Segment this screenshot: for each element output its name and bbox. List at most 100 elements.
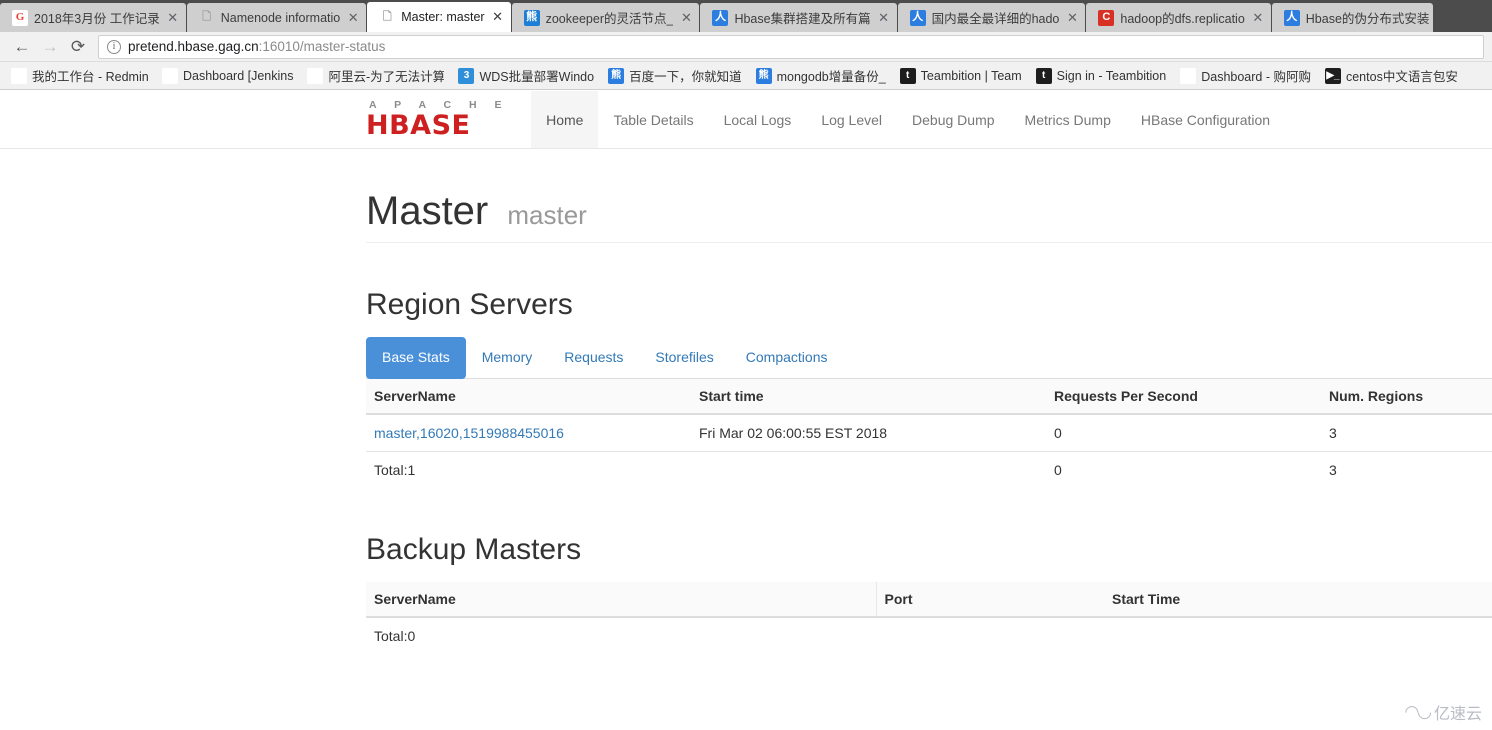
col-header-port: Port [876,581,1104,618]
page-favicon: 🗋 [382,10,392,23]
url-path: :16010/master-status [258,39,386,54]
redmine-icon: ∩ [11,67,27,84]
bookmark-label: Teambition | Team [920,68,1022,83]
backup-masters-table: ServerName Port Start Time Total:0 [366,581,1492,654]
nav-item-hbase-configuration[interactable]: HBase Configuration [1126,91,1285,148]
browser-window: G 2018年3月份 工作记录 ✕ 🗋 Namenode informatio … [0,0,1492,730]
browser-tab-title: 2018年3月份 工作记录 [34,12,160,26]
close-icon[interactable]: ✕ [1063,10,1081,26]
browser-tab[interactable]: G 2018年3月份 工作记录 ✕ [0,3,186,32]
bookmark-item[interactable]: ▶_ centos中文语言包安 [1318,66,1465,85]
nav-item-log-level[interactable]: Log Level [806,91,897,148]
browser-tab[interactable]: 人 Hbase集群搭建及所有篇 ✕ [700,3,897,32]
wds-icon: 3 [458,67,475,84]
browser-tab[interactable]: 熊 zookeeper的灵活节点_ ✕ [511,3,700,32]
browser-tab-active[interactable]: 🗋 Master: master ✕ [367,2,511,32]
bookmark-item[interactable]: ☻ Dashboard [Jenkins [155,67,300,84]
nav-item-table-details[interactable]: Table Details [598,91,708,148]
hbase-navbar: A P A C H E HBASE Home Table Details Loc… [0,91,1492,149]
col-header-start-time: Start time [691,378,1046,415]
bookmark-label: Sign in - Teambition [1056,68,1167,83]
backup-masters-heading: Backup Masters [366,532,582,566]
page-favicon: 🗋 [202,11,212,23]
bookmark-item[interactable]: G Dashboard - 购阿购 [1173,66,1318,85]
browser-tab-title: Hbase集群搭建及所有篇 [734,12,871,26]
tab-storefiles[interactable]: Storefiles [639,337,729,379]
back-button[interactable]: ← [8,34,36,60]
close-icon[interactable]: ✕ [677,10,695,26]
cell-total-start-time [1104,616,1492,654]
apache-hbase-logo[interactable]: A P A C H E HBASE [366,91,531,148]
bookmark-label: WDS批量部署Windo [479,70,595,84]
nav-item-metrics-dump[interactable]: Metrics Dump [1010,91,1126,148]
bookmark-label: 百度一下，你就知道 [629,70,742,84]
browser-tab[interactable]: 人 国内最全最详细的hado ✕ [897,3,1086,32]
browser-tab-title: 国内最全最详细的hado [931,12,1060,26]
browser-tab-title: zookeeper的灵活节点_ [545,12,674,26]
close-icon[interactable]: ✕ [875,10,893,26]
table-total-row: Total:0 [366,616,1492,654]
google-icon: G [1180,67,1197,84]
region-servers-table-head: ServerName Start time Requests Per Secon… [366,378,1492,415]
zookeeper-favicon: 熊 [523,9,540,26]
cell-requests-per-second: 0 [1046,413,1321,452]
tab-base-stats[interactable]: Base Stats [366,337,466,379]
forward-button[interactable]: → [36,34,64,60]
region-server-link[interactable]: master,16020,1519988455016 [374,425,564,441]
bookmark-label: 阿里云-为了无法计算 [328,70,445,84]
main-container: Master master Region Servers Base Stats … [366,189,1492,654]
bookmark-item[interactable]: [] 阿里云-为了无法计算 [300,66,451,85]
page-header: Master master [366,189,1492,243]
cell-total-start-time [691,450,1046,488]
nav-item-debug-dump[interactable]: Debug Dump [897,91,1010,148]
cloud-icon: ◠◡ [1404,702,1432,721]
close-icon[interactable]: ✕ [344,10,362,26]
cell-start-time: Fri Mar 02 06:00:55 EST 2018 [691,413,1046,452]
blog-favicon: 人 [909,9,926,26]
tab-compactions[interactable]: Compactions [730,337,844,379]
close-icon[interactable]: ✕ [1249,10,1267,26]
address-bar[interactable]: i pretend.hbase.gag.cn:16010/master-stat… [98,34,1484,59]
jenkins-icon: ☻ [162,67,178,84]
region-servers-heading: Region Servers [366,288,573,321]
backup-masters-table-body: Total:0 [366,616,1492,654]
bookmark-label: mongodb增量备份_ [776,70,886,84]
backup-masters-table-head: ServerName Port Start Time [366,581,1492,618]
table-header-row: ServerName Port Start Time [366,581,1492,618]
terminal-icon: ▶_ [1324,67,1341,84]
page-subtitle: master [507,200,587,230]
bookmark-item[interactable]: t Sign in - Teambition [1029,67,1174,84]
tab-memory[interactable]: Memory [466,337,549,379]
site-info-icon[interactable]: i [107,39,121,54]
cell-servername: master,16020,1519988455016 [366,413,691,452]
col-header-start-time: Start Time [1104,581,1492,618]
close-icon[interactable]: ✕ [164,10,182,26]
browser-tab-title: Hbase的伪分布式安装 [1305,12,1430,26]
reload-button[interactable]: ⟳ [64,34,92,60]
table-header-row: ServerName Start time Requests Per Secon… [366,378,1492,415]
col-header-requests-per-second: Requests Per Second [1046,378,1321,415]
browser-tab[interactable]: 🗋 Namenode informatio ✕ [186,3,367,32]
nav-item-home[interactable]: Home [531,91,599,148]
bookmarks-bar: ∩ 我的工作台 - Redmin ☻ Dashboard [Jenkins []… [0,62,1492,90]
col-header-num-regions: Num. Regions [1321,378,1492,415]
page-title-text: Master [366,189,489,233]
browser-toolbar: ← → ⟳ i pretend.hbase.gag.cn:16010/maste… [0,32,1492,62]
bookmark-item[interactable]: t Teambition | Team [893,67,1029,84]
browser-tab[interactable]: C hadoop的dfs.replicatio ✕ [1086,3,1271,32]
nav-item-local-logs[interactable]: Local Logs [709,91,807,148]
cell-num-regions: 3 [1321,413,1492,452]
browser-tab-strip: G 2018年3月份 工作记录 ✕ 🗋 Namenode informatio … [0,0,1492,32]
hbase-wordmark: HBASE [366,109,471,141]
tab-requests[interactable]: Requests [548,337,639,379]
teambition-icon: t [1035,67,1052,84]
browser-tab[interactable]: 人 Hbase的伪分布式安装 [1271,3,1434,32]
col-header-servername: ServerName [366,378,691,415]
close-icon[interactable]: ✕ [489,9,507,25]
bookmark-item[interactable]: 3 WDS批量部署Windo [451,66,601,85]
region-servers-table: ServerName Start time Requests Per Secon… [366,378,1492,488]
bookmark-item[interactable]: 熊 百度一下，你就知道 [601,66,749,85]
bookmark-item[interactable]: 熊 mongodb增量备份_ [749,66,893,85]
cell-total-label: Total:1 [366,450,691,488]
bookmark-item[interactable]: ∩ 我的工作台 - Redmin [4,66,155,85]
